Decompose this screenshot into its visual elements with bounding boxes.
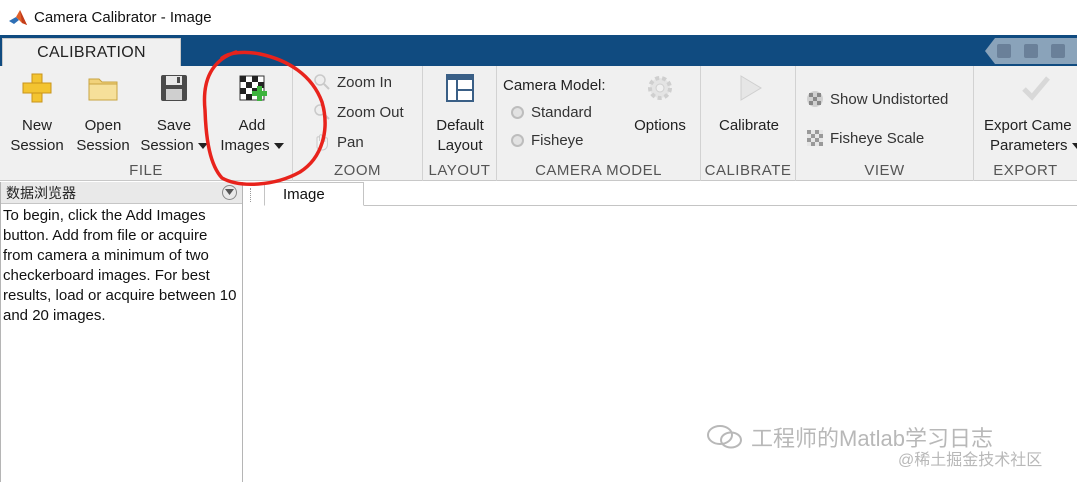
calibrate-spacer [747, 136, 751, 156]
file-section: New Session Open Session Save Session Ad… [0, 66, 293, 181]
pan-label: Pan [337, 133, 364, 151]
layout-section: Default Layout LAYOUT [423, 66, 497, 181]
pan-hand-icon [316, 134, 328, 151]
folder-icon [88, 78, 118, 101]
fisheye-scale-label: Fisheye Scale [830, 129, 925, 147]
matlab-logo-icon [9, 9, 27, 25]
dropdown-arrow-icon[interactable] [273, 143, 284, 150]
add-checkerboard-icon [239, 75, 267, 101]
brush-icon[interactable] [1023, 44, 1038, 58]
checkerboard-icon [807, 130, 823, 146]
open-session-button[interactable]: Open Session [72, 72, 134, 156]
calibrate-button[interactable]: Calibrate [709, 72, 789, 156]
radio-icon [511, 134, 524, 147]
zoom-section-label: ZOOM [334, 162, 381, 179]
tab-calibration[interactable]: CALIBRATION [2, 38, 181, 67]
export-label-1: Export Came [984, 117, 1072, 134]
tab-image[interactable]: Image [264, 182, 364, 206]
file-section-label: FILE [129, 162, 163, 179]
save-session-label-1: Save [156, 117, 192, 134]
add-images-button[interactable]: Add Images [214, 72, 290, 156]
options-spacer [658, 136, 662, 156]
checkmark-icon [1022, 76, 1050, 101]
open-session-label-1: Open [84, 117, 122, 134]
wechat-icon [707, 425, 742, 449]
layout-grid-icon [446, 74, 474, 102]
view-section-label: VIEW [864, 162, 905, 179]
save-session-text: Session [140, 137, 194, 154]
floppy-disk-icon [161, 75, 187, 101]
layout-section-label: LAYOUT [428, 162, 491, 179]
export-section: Export Came Parameters EXPORT [974, 66, 1077, 181]
fisheye-label: Fisheye [531, 132, 584, 149]
fisheye-radio[interactable]: Fisheye [511, 132, 584, 149]
save-session-button[interactable]: Save Session [138, 72, 210, 156]
play-icon [740, 75, 762, 101]
data-browser-panel: 数据浏览器 To begin, click the Add Images but… [0, 182, 243, 482]
gear-icon [648, 76, 672, 100]
calibrate-label: Calibrate [718, 117, 780, 134]
standard-radio[interactable]: Standard [511, 104, 592, 121]
new-session-icon [22, 73, 52, 103]
zoom-out-icon [314, 104, 330, 120]
view-section: Show Undistorted Fisheye Scale VIEW [796, 66, 974, 181]
standard-label: Standard [531, 104, 592, 121]
new-session-button[interactable]: New Session [6, 72, 68, 156]
add-images-label-1: Add [238, 117, 266, 134]
data-browser-title: 数据浏览器 [6, 184, 76, 201]
options-button[interactable]: Options [627, 72, 693, 156]
window-title: Camera Calibrator - Image [34, 9, 212, 26]
data-browser-header: 数据浏览器 [1, 182, 242, 204]
export-text: Parameters [990, 137, 1068, 154]
zoom-section: Zoom In Zoom Out Pan ZOOM [293, 66, 423, 181]
camera-model-section-label: CAMERA MODEL [535, 162, 662, 179]
pan-button[interactable]: Pan [313, 133, 364, 151]
document-tab-bar: Image [264, 182, 1077, 206]
help-icon[interactable] [1050, 44, 1065, 58]
show-undistorted-label: Show Undistorted [830, 90, 949, 108]
dropdown-arrow-icon[interactable] [1071, 143, 1077, 150]
save-session-label-2: Session [140, 136, 208, 156]
fisheye-scale-button[interactable]: Fisheye Scale [806, 129, 924, 147]
dropdown-arrow-icon[interactable] [197, 143, 208, 150]
options-label: Options [634, 117, 686, 134]
camera-model-heading: Camera Model: [503, 77, 606, 94]
export-label-2: Parameters [984, 136, 1077, 156]
save-icon[interactable] [997, 44, 1012, 58]
radio-icon [511, 106, 524, 119]
export-parameters-button[interactable]: Export Came Parameters [974, 72, 1077, 156]
new-session-label-1: New [21, 117, 52, 134]
splitter-grip-icon[interactable] [250, 188, 252, 202]
zoom-in-icon [314, 74, 330, 90]
zoom-out-button[interactable]: Zoom Out [313, 103, 404, 121]
default-layout-label-2: Layout [437, 137, 483, 154]
title-bar: Camera Calibrator - Image [0, 0, 1077, 35]
watermark-line-2: @稀土掘金技术社区 [898, 452, 1043, 469]
quick-access-toolbar [985, 38, 1077, 64]
ribbon-tab-strip: CALIBRATION [0, 35, 1077, 67]
zoom-out-label: Zoom Out [337, 103, 404, 121]
camera-model-section: Camera Model: Standard Fisheye Options C… [497, 66, 701, 181]
instructions-text: To begin, click the Add Images button. A… [3, 207, 237, 324]
zoom-in-button[interactable]: Zoom In [313, 73, 392, 91]
calibrate-section-label: CALIBRATE [704, 162, 792, 179]
export-section-label: EXPORT [993, 162, 1058, 179]
open-session-label-2: Session [76, 137, 130, 154]
show-undistorted-button[interactable]: Show Undistorted [806, 90, 948, 108]
ribbon: New Session Open Session Save Session Ad… [0, 66, 1077, 181]
default-layout-button[interactable]: Default Layout [427, 72, 493, 156]
add-images-label-2: Images [220, 136, 284, 156]
zoom-in-label: Zoom In [337, 73, 393, 91]
undistort-checkerboard-icon [807, 91, 823, 107]
new-session-label-2: Session [10, 137, 64, 154]
add-images-text: Images [220, 137, 270, 154]
panel-menu-icon[interactable] [222, 185, 237, 200]
calibrate-section: Calibrate CALIBRATE [701, 66, 796, 181]
default-layout-label-1: Default [436, 117, 484, 134]
